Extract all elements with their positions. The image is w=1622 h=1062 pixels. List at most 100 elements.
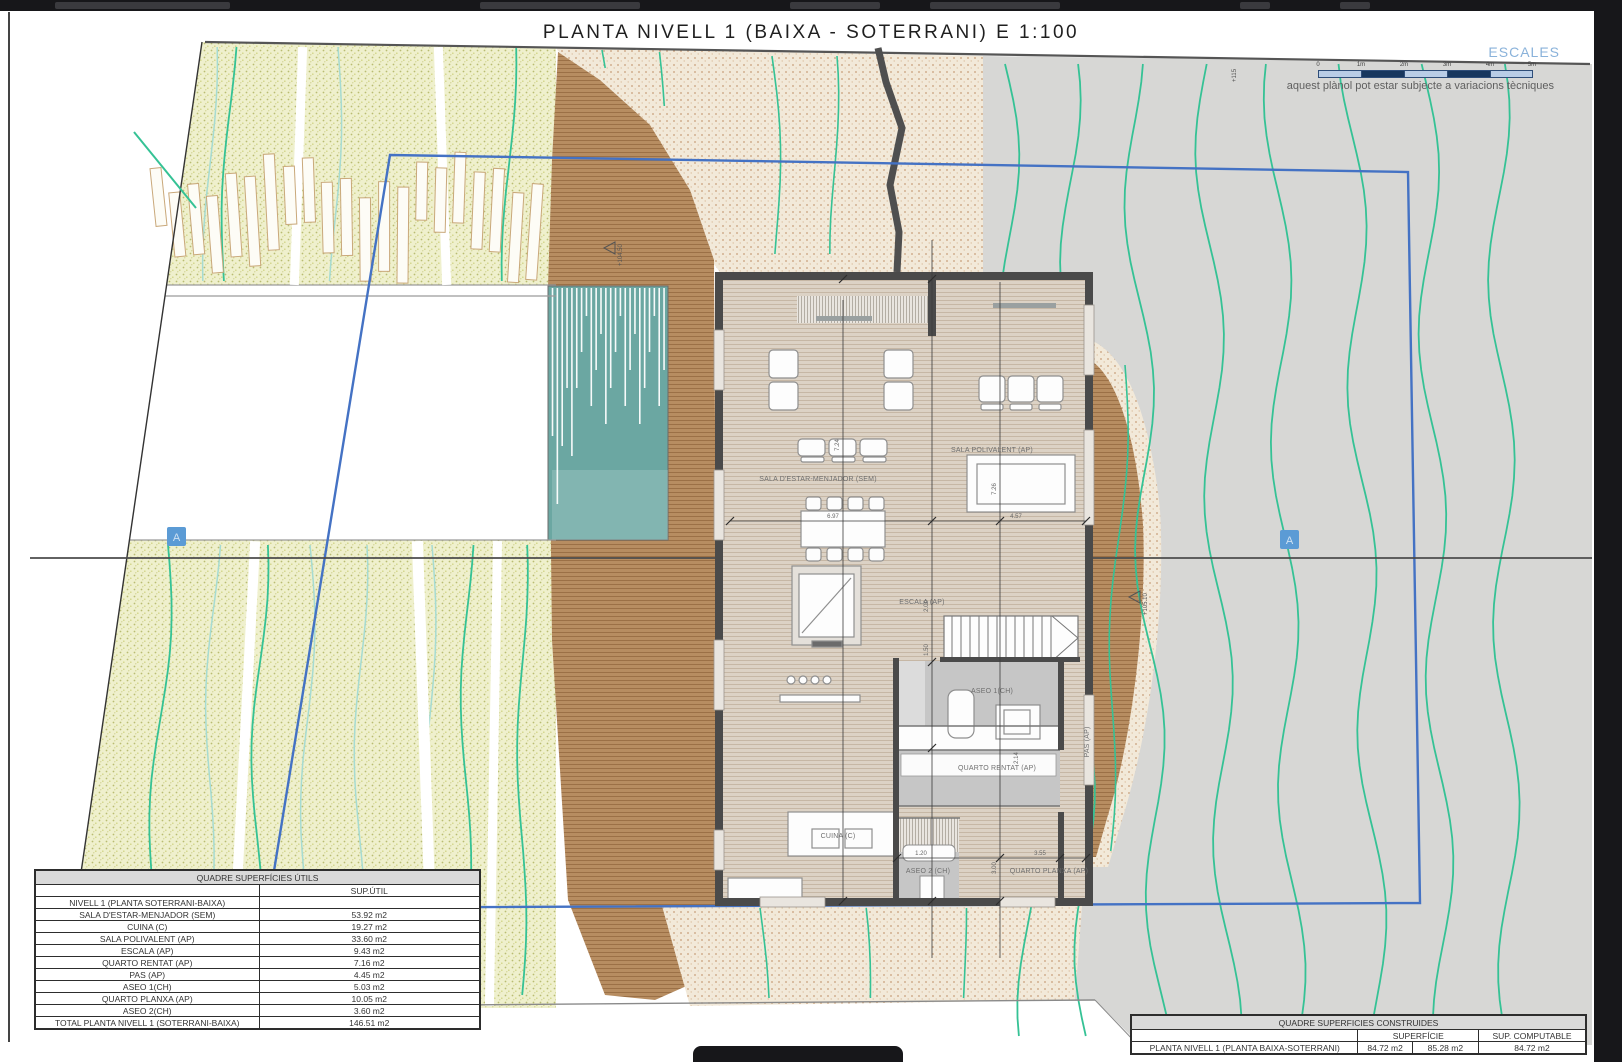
table-row: QUARTO PLANXA (AP)10.05 m2 [35, 993, 480, 1005]
sofa [884, 382, 913, 410]
label-escala: ESCALA (AP) [899, 599, 944, 606]
svg-text:2.14: 2.14 [1014, 752, 1020, 764]
room-name-cell: CUINA (C) [35, 921, 259, 933]
terrace-sleeper [302, 158, 315, 223]
room-name-cell: SALA D'ESTAR-MENJADOR (SEM) [35, 909, 259, 921]
label-polivalent: SALA POLIVALENT (AP) [951, 447, 1033, 454]
terrace-sleeper [340, 178, 352, 255]
area-value-cell [259, 897, 480, 909]
table-row: SALA D'ESTAR-MENJADOR (SEM)53.92 m2 [35, 909, 480, 921]
section-marker-right-letter: A [1286, 535, 1294, 547]
terrace-sleeper [416, 162, 428, 220]
table-row: NIVELL 1 (PLANTA SOTERRANI-BAIXA) [35, 897, 480, 909]
label-aseo2: ASEO 2 (CH) [906, 868, 950, 875]
room-name-cell: ESCALA (AP) [35, 945, 259, 957]
room-name-cell: QUARTO RENTAT (AP) [35, 957, 259, 969]
svg-text:3.00: 3.00 [992, 862, 998, 874]
page-title: PLANTA NIVELL 1 (BAIXA - SOTERRANI) E 1:… [0, 22, 1622, 44]
table-row: CUINA (C)19.27 m2 [35, 921, 480, 933]
chair [806, 497, 821, 510]
table-row: ESCALA (AP)9.43 m2 [35, 945, 480, 957]
area-value-cell: 53.92 m2 [259, 909, 480, 921]
label-sem: SALA D'ESTAR-MENJADOR (SEM) [759, 476, 876, 483]
chair [869, 497, 884, 510]
table-superficies-utils: QUADRE SUPERFÍCIES ÚTILS SUP.ÚTIL NIVELL… [34, 869, 481, 1030]
area-value-cell: 3.60 m2 [259, 1005, 480, 1017]
section-marker-left-letter: A [173, 532, 181, 544]
superficie-value-1: 84.72 m2 [1358, 1042, 1412, 1055]
svg-text:1.20: 1.20 [915, 851, 927, 857]
area-value-cell: 10.05 m2 [259, 993, 480, 1005]
svg-text:6.97: 6.97 [827, 514, 839, 520]
terrace-sleeper [321, 182, 334, 253]
area-value-cell: 146.51 m2 [259, 1017, 480, 1030]
elevation-right: +105.10 [1143, 592, 1149, 615]
svg-text:7.24: 7.24 [835, 439, 841, 451]
sofa [860, 439, 887, 456]
area-value-cell: 4.45 m2 [259, 969, 480, 981]
table-superficies-construides: QUADRE SUPERFICIES CONSTRUIDES SUPERFÍCI… [1130, 1014, 1587, 1055]
svg-text:1.50: 1.50 [924, 644, 930, 656]
terrain-stipple-below-house [662, 906, 1082, 1006]
table-row: TOTAL PLANTA NIVELL 1 (SOTERRANI-BAIXA)1… [35, 1017, 480, 1030]
terrace-sleeper [283, 166, 297, 224]
table-row: QUARTO RENTAT (AP)7.16 m2 [35, 957, 480, 969]
bottom-cropped-element [693, 1046, 903, 1062]
construides-row-label: PLANTA NIVELL 1 (PLANTA BAIXA-SOTERRANI) [1131, 1042, 1358, 1055]
sofa [1037, 376, 1063, 402]
disclaimer-text: aquest plànol pot estar subjecte a varia… [1287, 80, 1554, 92]
computable-value: 84.72 m2 [1479, 1042, 1587, 1055]
utils-table-title: QUADRE SUPERFÍCIES ÚTILS [35, 870, 480, 885]
scale-tick: 2m [1400, 62, 1408, 68]
svg-text:7.26: 7.26 [992, 483, 998, 495]
label-pas: PAS (AP) [1084, 726, 1091, 757]
scale-tick: 0 [1316, 62, 1319, 68]
escales-label: ESCALES [1488, 44, 1560, 60]
terrace-sleeper [397, 187, 409, 283]
sofa [1008, 376, 1034, 402]
scale-tick: 5m [1528, 62, 1536, 68]
area-value-cell: 5.03 m2 [259, 981, 480, 993]
room-name-cell: ASEO 1(CH) [35, 981, 259, 993]
superficie-header: SUPERFÍCIE [1358, 1030, 1479, 1042]
scale-bar: 0 1m 2m 3m 4m 5m [1318, 63, 1532, 79]
house-plan: 7.24 6.97 7.26 4.57 2.00 1.50 2.14 1.20 … [714, 240, 1094, 958]
sofa [798, 439, 825, 456]
sofa [769, 382, 798, 410]
terrace-sleeper [453, 152, 466, 223]
drawing-sheet: A A [0, 0, 1622, 1062]
sofa [979, 376, 1005, 402]
scale-tick: 3m [1443, 62, 1451, 68]
room-name-cell: TOTAL PLANTA NIVELL 1 (SOTERRANI-BAIXA) [35, 1017, 259, 1030]
label-aseo1: ASEO 1(CH) [971, 688, 1013, 695]
chair [848, 497, 863, 510]
elevation-contour: +115 [1232, 68, 1238, 82]
right-cropped-bar [1594, 0, 1622, 1062]
chair [827, 497, 842, 510]
chair [827, 548, 842, 561]
svg-text:4.57: 4.57 [1010, 514, 1022, 520]
area-value-cell: 7.16 m2 [259, 957, 480, 969]
toilet [948, 690, 974, 738]
sofa [829, 439, 856, 456]
staircase [944, 616, 1078, 661]
construides-table-title: QUADRE SUPERFICIES CONSTRUIDES [1131, 1015, 1586, 1030]
utils-col-header: SUP.ÚTIL [259, 885, 480, 897]
room-name-cell: ASEO 2(CH) [35, 1005, 259, 1017]
sofa [884, 350, 913, 378]
scale-tick: 1m [1357, 62, 1365, 68]
superficie-value-2: 85.28 m2 [1412, 1042, 1478, 1055]
label-rentat: QUARTO RENTAT (AP) [958, 765, 1036, 772]
scale-tick: 4m [1486, 62, 1494, 68]
sofa [769, 350, 798, 378]
area-value-cell: 9.43 m2 [259, 945, 480, 957]
table-row: PAS (AP)4.45 m2 [35, 969, 480, 981]
top-cropped-bar [0, 0, 1622, 11]
svg-text:3.55: 3.55 [1034, 851, 1046, 857]
chair [806, 548, 821, 561]
computable-header: SUP. COMPUTABLE [1479, 1030, 1587, 1042]
table-row: ASEO 2(CH)3.60 m2 [35, 1005, 480, 1017]
elevation-deck: +104.50 [618, 243, 624, 266]
window-frame [993, 303, 1056, 308]
terrace-sleeper [359, 198, 371, 281]
